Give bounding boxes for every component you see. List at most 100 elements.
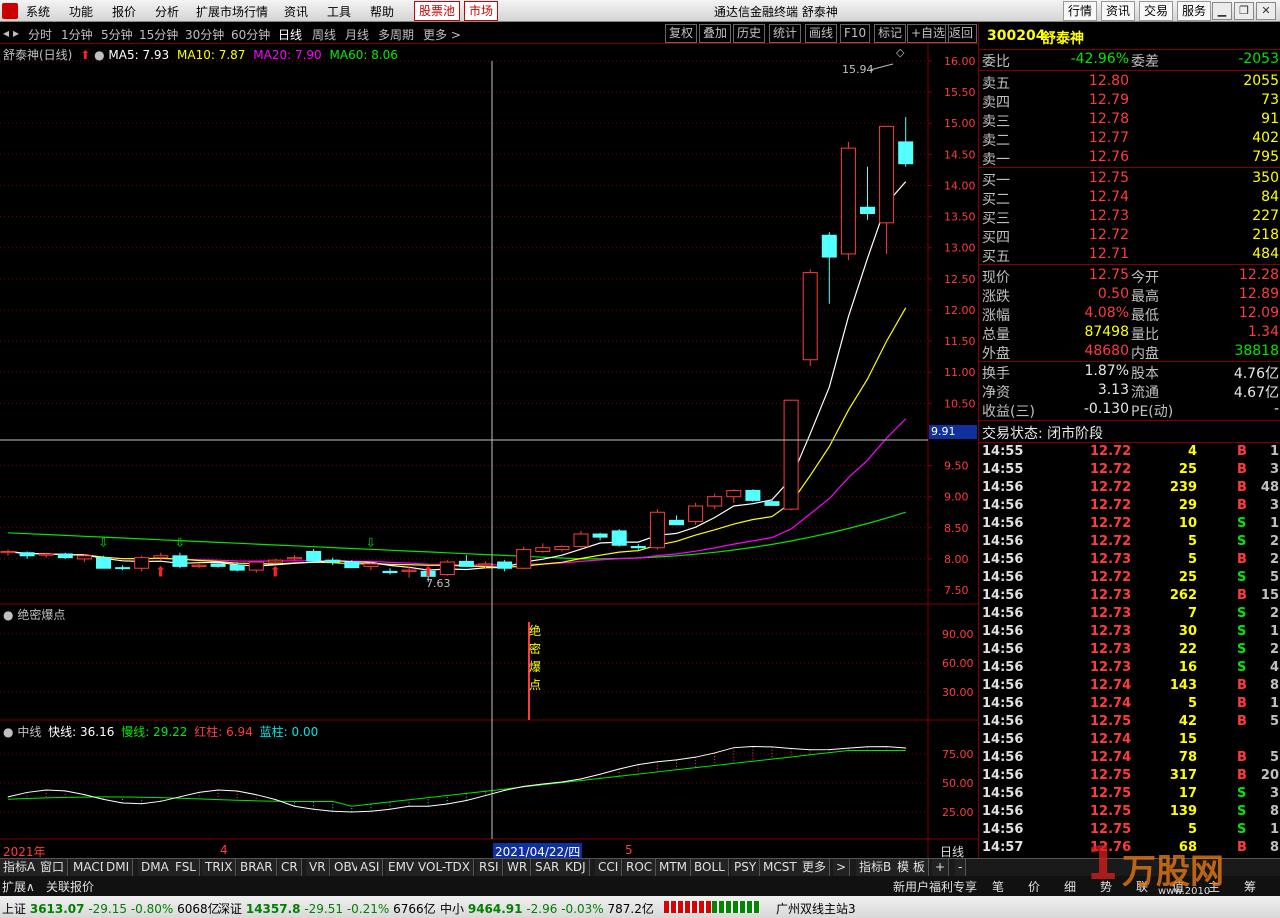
low-label: 7.63: [426, 577, 451, 590]
menu-analysis[interactable]: 分析: [155, 3, 179, 20]
tab-29[interactable]: +: [932, 859, 950, 877]
menu-news[interactable]: 资讯: [284, 3, 308, 20]
period-fenshi[interactable]: 分时: [28, 26, 52, 43]
tab-8[interactable]: BRAR: [237, 859, 277, 877]
tab-12[interactable]: ASI: [357, 859, 384, 877]
tab-23[interactable]: PSY: [731, 859, 761, 877]
period-30min[interactable]: 30分钟: [185, 26, 224, 43]
zx-index[interactable]: 中小 9464.91 -2.96 -0.03% 787.2亿: [440, 900, 654, 917]
right-tab-4[interactable]: 势: [1100, 878, 1112, 895]
period-60min[interactable]: 60分钟: [231, 26, 270, 43]
minimize-icon[interactable]: ▁: [1212, 2, 1232, 20]
right-tab-3[interactable]: 细: [1064, 878, 1076, 895]
bid-price: 12.73: [1088, 208, 1129, 224]
close-icon[interactable]: ✕: [1256, 2, 1276, 20]
stat-value: -: [1273, 401, 1279, 417]
sh-index[interactable]: 上证 3613.07 -29.15 -0.80% 6068亿: [2, 900, 220, 917]
tab-6[interactable]: FSL: [172, 859, 200, 877]
menu-tools[interactable]: 工具: [327, 3, 351, 20]
right-tab-7[interactable]: 主: [1208, 878, 1220, 895]
right-tab-2[interactable]: 价: [1028, 878, 1040, 895]
tab-27[interactable]: 指标B: [856, 859, 896, 877]
tab-14[interactable]: VOL-TDX: [415, 859, 474, 877]
chevron-right-icon[interactable]: ▸: [13, 26, 19, 40]
right-tab-5[interactable]: 联: [1136, 878, 1148, 895]
restore-icon[interactable]: ❐: [1234, 2, 1254, 20]
menu-system[interactable]: 系统: [26, 3, 50, 20]
back-button[interactable]: 返回: [945, 24, 978, 43]
tab-21[interactable]: MTM: [656, 859, 692, 877]
ind2-tick-label: 50.00: [942, 777, 974, 790]
right-tab-8[interactable]: 筹: [1244, 878, 1256, 895]
stat-label: 涨幅: [982, 308, 1010, 324]
overlay-button[interactable]: 叠加: [699, 24, 732, 43]
restore-rights-button[interactable]: 复权: [665, 24, 698, 43]
sell-arrow-icon: ⇩: [366, 535, 376, 549]
tab-24[interactable]: MCST: [760, 859, 801, 877]
stat-label: 流通: [1131, 385, 1159, 401]
tab-17[interactable]: SAR: [532, 859, 564, 877]
related-quote-button[interactable]: 关联报价: [46, 878, 94, 895]
tab-30[interactable]: -: [955, 859, 967, 877]
tab-1[interactable]: 指标A: [0, 859, 40, 877]
chevron-left-icon[interactable]: ◂: [3, 26, 9, 40]
top-quote-button[interactable]: 行情: [1063, 1, 1098, 21]
right-tab-6[interactable]: 值: [1172, 878, 1184, 895]
top-news-button[interactable]: 资讯: [1101, 1, 1136, 21]
tab-10[interactable]: VR: [306, 859, 330, 877]
tab-15[interactable]: RSI: [476, 859, 503, 877]
ask-label: 卖二: [982, 133, 1010, 149]
stat-value: -0.130: [1083, 401, 1129, 417]
period-5min[interactable]: 5分钟: [101, 26, 133, 43]
ind1-panel: 90.00 60.00 30.00: [0, 622, 974, 720]
menu-help[interactable]: 帮助: [370, 3, 394, 20]
history-button[interactable]: 历史: [733, 24, 766, 43]
tab-20[interactable]: ROC: [623, 859, 657, 877]
tab-25[interactable]: 更多: [799, 859, 831, 877]
mark-button[interactable]: 标记: [874, 24, 907, 43]
tick-count: 5: [1269, 714, 1279, 729]
settings-dot-icon[interactable]: ●: [3, 725, 13, 739]
top-service-button[interactable]: 服务: [1177, 1, 1212, 21]
period-15min[interactable]: 15分钟: [139, 26, 178, 43]
signal-char: 点: [528, 678, 541, 692]
tab-16[interactable]: WR: [504, 859, 532, 877]
top-trade-button[interactable]: 交易: [1139, 1, 1174, 21]
tab-19[interactable]: CCI: [595, 859, 623, 877]
tab-4[interactable]: DMI: [103, 859, 134, 877]
candle-body: [458, 560, 474, 567]
period-1min[interactable]: 1分钟: [61, 26, 93, 43]
new-user-benefit-link[interactable]: 新用户福利专享: [893, 878, 977, 895]
settings-dot-icon[interactable]: ●: [94, 48, 104, 62]
menu-stock-pool[interactable]: 股票池: [414, 1, 461, 21]
stats-button[interactable]: 统计: [769, 24, 802, 43]
sz-index[interactable]: 深证 14357.8 -29.51 -0.21% 6766亿: [218, 900, 436, 917]
period-daily[interactable]: 日线: [278, 26, 302, 43]
period-weekly[interactable]: 周线: [312, 26, 336, 43]
menu-quote[interactable]: 报价: [112, 3, 136, 20]
period-multi[interactable]: 多周期: [378, 26, 414, 43]
period-monthly[interactable]: 月线: [345, 26, 369, 43]
tab-7[interactable]: TRIX: [202, 859, 237, 877]
menu-function[interactable]: 功能: [69, 3, 93, 20]
ext-toggle-button[interactable]: 扩展∧: [2, 878, 35, 895]
menu-market[interactable]: 市场: [464, 1, 499, 21]
tab-18[interactable]: KDJ: [562, 859, 590, 877]
tab-2[interactable]: 窗口: [37, 859, 69, 877]
period-more[interactable]: 更多 >: [423, 26, 461, 43]
right-tab-1[interactable]: 笔: [992, 878, 1004, 895]
add-watchlist-button[interactable]: +自选: [907, 24, 950, 43]
tab-9[interactable]: CR: [278, 859, 302, 877]
bid-price: 12.72: [1088, 227, 1129, 243]
tab-26[interactable]: >: [833, 859, 851, 877]
f10-button[interactable]: F10: [840, 24, 871, 43]
server-name[interactable]: 广州双线主站3: [776, 900, 856, 917]
menu-ext-market[interactable]: 扩展市场行情: [196, 3, 268, 20]
tab-28[interactable]: 模 板: [894, 859, 929, 877]
tab-5[interactable]: DMA: [138, 859, 173, 877]
tab-22[interactable]: BOLL: [691, 859, 729, 877]
settings-dot-icon[interactable]: ●: [3, 608, 13, 622]
draw-button[interactable]: 画线: [805, 24, 838, 43]
bid-volume: 484: [1252, 246, 1279, 262]
tab-13[interactable]: EMV: [385, 859, 419, 877]
